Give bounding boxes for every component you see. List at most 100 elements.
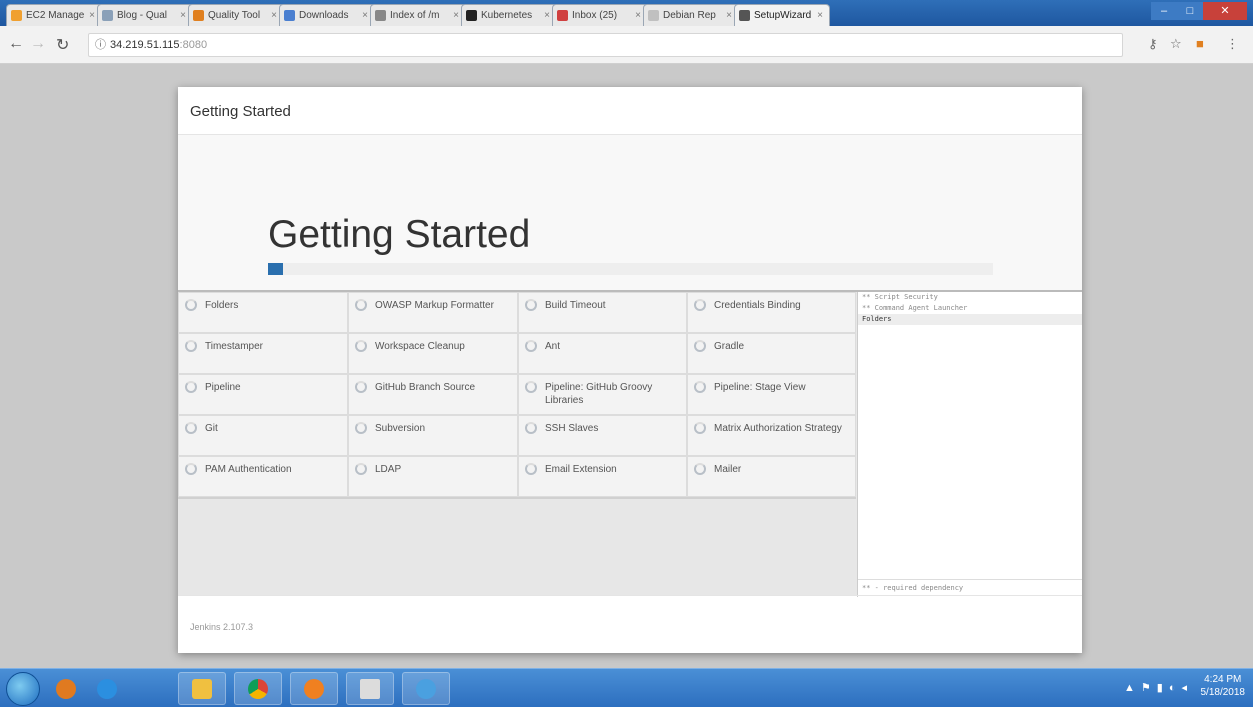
hero-title: Getting Started — [268, 213, 531, 256]
clock-time: 4:24 PM — [1204, 674, 1242, 685]
document-icon[interactable] — [346, 672, 394, 705]
dialog-footer: Jenkins 2.107.3 — [178, 595, 1082, 653]
spinner-icon — [694, 422, 706, 434]
url-port: :8080 — [179, 39, 208, 51]
hero-section: Getting Started — [178, 135, 1082, 290]
progress-fill — [268, 263, 283, 275]
plugin-item: Ant — [518, 333, 687, 374]
dialog-header: Getting Started — [178, 87, 1082, 135]
dependency-line: ** Command Agent Launcher — [862, 304, 968, 312]
url-host: 34.219.51.115 — [110, 39, 180, 51]
window-controls: – □ ✕ — [1151, 2, 1247, 20]
tab-favicon-icon — [648, 10, 659, 21]
browser-tab[interactable]: EC2 Manage × — [6, 4, 102, 26]
tab-close-icon[interactable]: × — [180, 10, 186, 21]
tab-label: Downloads — [299, 10, 349, 21]
plugin-name: OWASP Markup Formatter — [375, 300, 494, 311]
plugin-item: Timestamper — [178, 333, 348, 374]
tab-close-icon[interactable]: × — [726, 10, 732, 21]
plugin-item: OWASP Markup Formatter — [348, 292, 518, 333]
plugin-item: LDAP — [348, 456, 518, 497]
browser-tab[interactable]: Kubernetes × — [461, 4, 557, 26]
plugin-name: Pipeline: GitHub Groovy Libraries — [545, 382, 653, 406]
browser-tab[interactable]: Debian Rep × — [643, 4, 739, 26]
address-bar[interactable]: ⓘ 34.219.51.115:8080 — [88, 33, 1123, 57]
tab-close-icon[interactable]: × — [89, 10, 95, 21]
browser-tab[interactable]: Blog - Qual × — [97, 4, 193, 26]
dependency-line: Folders — [858, 314, 1082, 325]
plugin-name: Mailer — [714, 464, 742, 475]
browser-tab[interactable]: Index of /m × — [370, 4, 466, 26]
windows-taskbar: ▲⚑▮◐◂ 4:24 PM 5/18/2018 — [0, 668, 1253, 707]
plugin-name: Credentials Binding — [714, 300, 801, 311]
info-icon[interactable]: ⓘ — [95, 39, 106, 51]
tab-label: Kubernetes — [481, 10, 533, 21]
browser-tab[interactable]: Inbox (25) × — [552, 4, 648, 26]
tab-favicon-icon — [284, 10, 295, 21]
plugin-item: Pipeline — [178, 374, 348, 415]
plugin-name: Ant — [545, 341, 561, 352]
spinner-icon — [185, 340, 197, 352]
start-button[interactable] — [6, 672, 40, 706]
spinner-icon — [355, 463, 367, 475]
spinner-icon — [185, 381, 197, 393]
key-icon[interactable]: ⚷ — [1148, 36, 1158, 52]
browser-tab-strip: EC2 Manage × Blog - Qual × Quality Tool × Down… — [0, 0, 1253, 26]
tab-close-icon[interactable]: × — [544, 10, 550, 21]
spinner-icon — [694, 299, 706, 311]
explorer-icon[interactable] — [178, 672, 226, 705]
tab-close-icon[interactable]: × — [271, 10, 277, 21]
dependency-line: ** Script Security — [862, 293, 938, 301]
tab-favicon-icon — [375, 10, 386, 21]
menu-dots-icon[interactable]: ⋮ — [1226, 36, 1239, 52]
setup-wizard-dialog: Getting Started Getting Started Folders O… — [178, 87, 1082, 653]
chrome-icon[interactable] — [234, 672, 282, 705]
spinner-icon — [185, 299, 197, 311]
tab-close-icon[interactable]: × — [635, 10, 641, 21]
ie-icon[interactable] — [88, 672, 126, 705]
tab-favicon-icon — [466, 10, 477, 21]
plugin-name: Subversion — [375, 423, 426, 434]
spinner-icon — [355, 422, 367, 434]
tab-close-icon[interactable]: × — [362, 10, 368, 21]
plugin-name: Email Extension — [545, 464, 617, 475]
plugin-name: SSH Slaves — [545, 423, 599, 434]
browser-tab[interactable]: Quality Tool × — [188, 4, 284, 26]
tab-label: EC2 Manage — [26, 10, 85, 21]
paint-icon[interactable] — [402, 672, 450, 705]
bookmark-star-icon[interactable]: ☆ — [1170, 36, 1182, 52]
browser-tab[interactable]: Downloads × — [279, 4, 375, 26]
app-icon[interactable] — [290, 672, 338, 705]
spinner-icon — [525, 340, 537, 352]
extension-icon[interactable]: ■ — [1196, 36, 1204, 51]
media-player-icon[interactable] — [50, 672, 82, 705]
tab-label: Blog - Qual — [117, 10, 168, 21]
maximize-button[interactable]: □ — [1177, 2, 1203, 20]
tab-label: Quality Tool — [208, 10, 261, 21]
plugin-item: Email Extension — [518, 456, 687, 497]
forward-arrow-icon[interactable]: → — [30, 35, 46, 53]
spinner-icon — [525, 463, 537, 475]
plugin-name: Workspace Cleanup — [375, 341, 465, 352]
close-window-button[interactable]: ✕ — [1203, 2, 1247, 20]
tab-close-icon[interactable]: × — [453, 10, 459, 21]
plugin-item: Subversion — [348, 415, 518, 456]
minimize-button[interactable]: – — [1151, 2, 1177, 20]
tab-close-icon[interactable]: × — [817, 10, 823, 21]
plugin-name: LDAP — [375, 464, 402, 475]
tray-clock[interactable]: 4:24 PM 5/18/2018 — [1201, 673, 1246, 699]
plugin-item: Matrix Authorization Strategy — [687, 415, 856, 456]
tray-icons[interactable]: ▲⚑▮◐◂ — [1124, 681, 1193, 694]
back-arrow-icon[interactable]: ← — [8, 35, 24, 53]
tab-favicon-icon — [102, 10, 113, 21]
reload-icon[interactable]: ↻ — [56, 35, 69, 55]
plugin-name: GitHub Branch Source — [375, 382, 476, 393]
spinner-icon — [355, 299, 367, 311]
plugin-item: SSH Slaves — [518, 415, 687, 456]
tab-favicon-icon — [557, 10, 568, 21]
tab-favicon-icon — [739, 10, 750, 21]
spinner-icon — [694, 463, 706, 475]
browser-tab[interactable]: SetupWizard × — [734, 4, 830, 26]
spinner-icon — [355, 381, 367, 393]
dependency-log: ** Script Security ** Command Agent Launc… — [857, 292, 1082, 597]
